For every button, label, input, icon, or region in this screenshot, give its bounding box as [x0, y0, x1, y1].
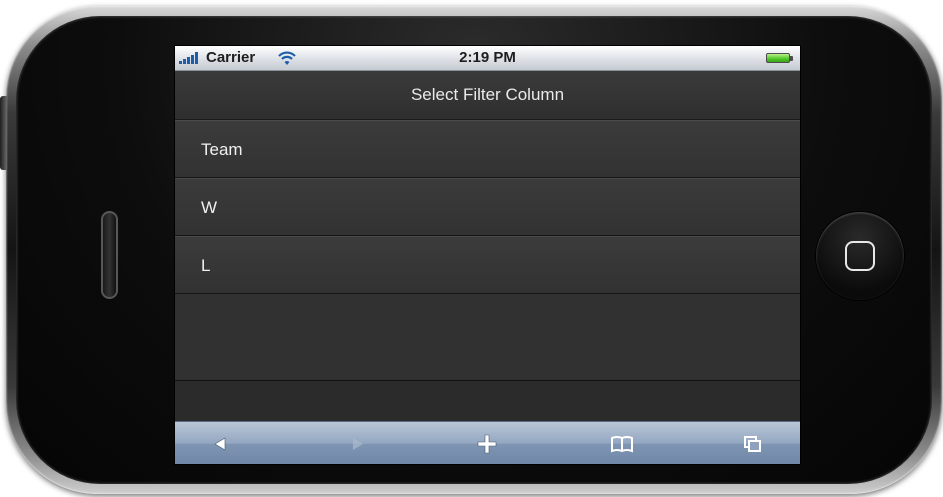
forward-arrow-icon — [353, 437, 363, 450]
device-side-button — [0, 96, 7, 170]
bookmarks-icon — [611, 435, 633, 452]
browser-toolbar — [175, 421, 800, 464]
battery-tip — [790, 56, 793, 61]
plus-icon — [477, 434, 497, 453]
battery-icon — [766, 53, 790, 63]
list-item-team[interactable]: Team — [175, 120, 800, 178]
add-bookmark-button[interactable] — [462, 422, 512, 464]
status-bar: Carrier 2:19 PM — [175, 46, 800, 71]
back-button[interactable] — [195, 422, 245, 464]
forward-button[interactable] — [333, 422, 383, 464]
list-item-l[interactable]: L — [175, 236, 800, 294]
device-speaker — [101, 211, 118, 299]
pages-icon — [744, 435, 761, 452]
page-title: Select Filter Column — [175, 71, 800, 120]
home-button[interactable] — [816, 212, 904, 300]
device-screen: Carrier 2:19 PM Select Filter Column Tea… — [175, 46, 800, 464]
status-time: 2:19 PM — [459, 49, 516, 66]
bookmarks-button[interactable] — [597, 422, 647, 464]
back-arrow-icon — [214, 436, 226, 451]
empty-content-area — [175, 295, 800, 381]
pages-button[interactable] — [728, 422, 778, 464]
content-footer-area — [175, 381, 800, 421]
home-square-icon — [845, 241, 875, 271]
list-item-w[interactable]: W — [175, 178, 800, 236]
filter-column-list: Team W L — [175, 120, 800, 294]
